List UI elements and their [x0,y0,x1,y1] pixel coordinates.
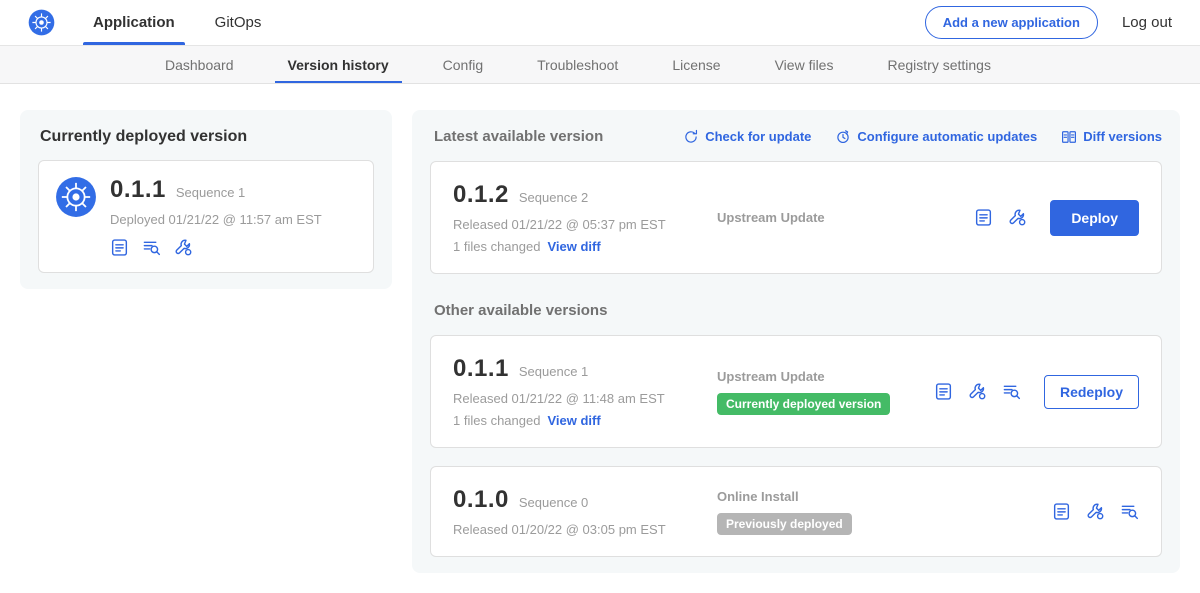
refresh-icon [683,129,699,145]
available-versions-panel: Latest available version Check for updat… [412,110,1180,573]
released-timestamp: Released 01/21/22 @ 05:37 pm EST [453,217,703,232]
subnav-tab-troubleshoot[interactable]: Troubleshoot [510,46,645,83]
source-label: Upstream Update [717,210,974,225]
edit-config-icon[interactable] [1086,502,1105,521]
deployed-actions [110,238,322,257]
configure-automatic-updates-label: Configure automatic updates [857,129,1037,144]
clock-icon [835,129,851,145]
view-diff-link[interactable]: View diff [547,413,600,428]
version-card-0-1-2: 0.1.2 Sequence 2 Released 01/21/22 @ 05:… [430,161,1162,274]
version-number: 0.1.1 [453,355,509,383]
deployed-sequence-label: Sequence 1 [176,185,245,200]
diff-icon [1061,129,1077,145]
subnav-tab-dashboard-label: Dashboard [165,57,234,73]
previously-deployed-badge: Previously deployed [717,513,852,535]
other-versions-title: Other available versions [434,302,1162,319]
files-changed-row: 1 files changed View diff [453,239,703,254]
subnav-tab-version-history-label: Version history [288,57,389,73]
version-info: 0.1.2 Sequence 2 Released 01/21/22 @ 05:… [453,181,703,254]
version-actions: Redeploy [934,375,1139,409]
version-card-0-1-0: 0.1.0 Sequence 0 Released 01/20/22 @ 03:… [430,466,1162,557]
kubernetes-logo-icon [28,0,55,45]
source-label: Upstream Update [717,369,934,384]
version-number: 0.1.0 [453,486,509,514]
files-changed-label: 1 files changed [453,413,540,428]
release-notes-icon[interactable] [974,208,993,227]
version-source: Upstream Update [703,210,974,225]
version-source: Upstream Update Currently deployed versi… [703,369,934,415]
view-diff-link[interactable]: View diff [547,239,600,254]
deployed-version-number: 0.1.1 [110,176,166,204]
released-timestamp: Released 01/21/22 @ 11:48 am EST [453,391,703,406]
edit-config-icon[interactable] [1008,208,1027,227]
currently-deployed-panel: Currently deployed version 0.1.1 Sequenc… [20,110,392,289]
version-card-0-1-1: 0.1.1 Sequence 1 Released 01/21/22 @ 11:… [430,335,1162,448]
check-for-update-link[interactable]: Check for update [683,129,811,145]
release-notes-icon[interactable] [110,238,129,257]
navbar-right: Add a new application Log out [925,0,1172,45]
edit-config-icon[interactable] [174,238,193,257]
latest-version-title: Latest available version [434,128,603,145]
app-nav-tabs: Application GitOps [73,0,281,45]
diff-versions-label: Diff versions [1083,129,1162,144]
deployed-timestamp: Deployed 01/21/22 @ 11:57 am EST [110,212,322,227]
deployed-version-row: 0.1.1 Sequence 1 [110,176,322,204]
main-content: Currently deployed version 0.1.1 Sequenc… [0,84,1200,593]
subnav-tab-registry-settings[interactable]: Registry settings [860,46,1017,83]
subnav-tab-view-files[interactable]: View files [748,46,861,83]
logout-link[interactable]: Log out [1122,14,1172,31]
subnav-tab-version-history[interactable]: Version history [261,46,416,83]
deployed-panel-title: Currently deployed version [40,128,374,146]
files-changed-label: 1 files changed [453,239,540,254]
sequence-label: Sequence 2 [519,190,588,205]
version-source: Online Install Previously deployed [703,489,1052,535]
configure-automatic-updates-link[interactable]: Configure automatic updates [835,129,1037,145]
version-row: 0.1.0 Sequence 0 [453,486,703,514]
subnav-tab-config[interactable]: Config [416,46,510,83]
deployed-version-info: 0.1.1 Sequence 1 Deployed 01/21/22 @ 11:… [110,176,322,257]
version-row: 0.1.2 Sequence 2 [453,181,703,209]
app-subnav: Dashboard Version history Config Trouble… [0,46,1200,84]
latest-version-header: Latest available version Check for updat… [434,128,1162,145]
release-notes-icon[interactable] [1052,502,1071,521]
source-label: Online Install [717,489,1052,504]
deploy-logs-icon[interactable] [1120,502,1139,521]
deployed-version-card: 0.1.1 Sequence 1 Deployed 01/21/22 @ 11:… [38,160,374,273]
nav-tab-gitops-label: GitOps [215,14,262,31]
subnav-tab-license-label: License [672,57,720,73]
deploy-logs-icon[interactable] [142,238,161,257]
subnav-tab-registry-settings-label: Registry settings [887,57,990,73]
nav-tab-application-label: Application [93,14,175,31]
nav-tab-gitops[interactable]: GitOps [195,0,282,45]
version-info: 0.1.0 Sequence 0 Released 01/20/22 @ 03:… [453,486,703,537]
version-actions [1052,502,1139,521]
version-header-actions: Check for update Configure automatic upd… [683,129,1162,145]
currently-deployed-badge: Currently deployed version [717,393,890,415]
add-application-button[interactable]: Add a new application [925,6,1098,39]
version-number: 0.1.2 [453,181,509,209]
release-notes-icon[interactable] [934,382,953,401]
released-timestamp: Released 01/20/22 @ 03:05 pm EST [453,522,703,537]
deploy-button[interactable]: Deploy [1050,200,1139,236]
diff-versions-link[interactable]: Diff versions [1061,129,1162,145]
version-info: 0.1.1 Sequence 1 Released 01/21/22 @ 11:… [453,355,703,428]
version-actions: Deploy [974,200,1139,236]
subnav-tab-troubleshoot-label: Troubleshoot [537,57,618,73]
app-logo-icon [55,176,97,218]
deploy-logs-icon[interactable] [1002,382,1021,401]
redeploy-button[interactable]: Redeploy [1044,375,1139,409]
navbar-left: Application GitOps [28,0,281,45]
subnav-tab-license[interactable]: License [645,46,747,83]
subnav-tab-config-label: Config [443,57,483,73]
top-navbar: Application GitOps Add a new application… [0,0,1200,46]
nav-tab-application[interactable]: Application [73,0,195,45]
subnav-tab-dashboard[interactable]: Dashboard [138,46,261,83]
sequence-label: Sequence 1 [519,364,588,379]
check-for-update-label: Check for update [705,129,811,144]
edit-config-icon[interactable] [968,382,987,401]
subnav-tab-view-files-label: View files [775,57,834,73]
sequence-label: Sequence 0 [519,495,588,510]
files-changed-row: 1 files changed View diff [453,413,703,428]
version-row: 0.1.1 Sequence 1 [453,355,703,383]
